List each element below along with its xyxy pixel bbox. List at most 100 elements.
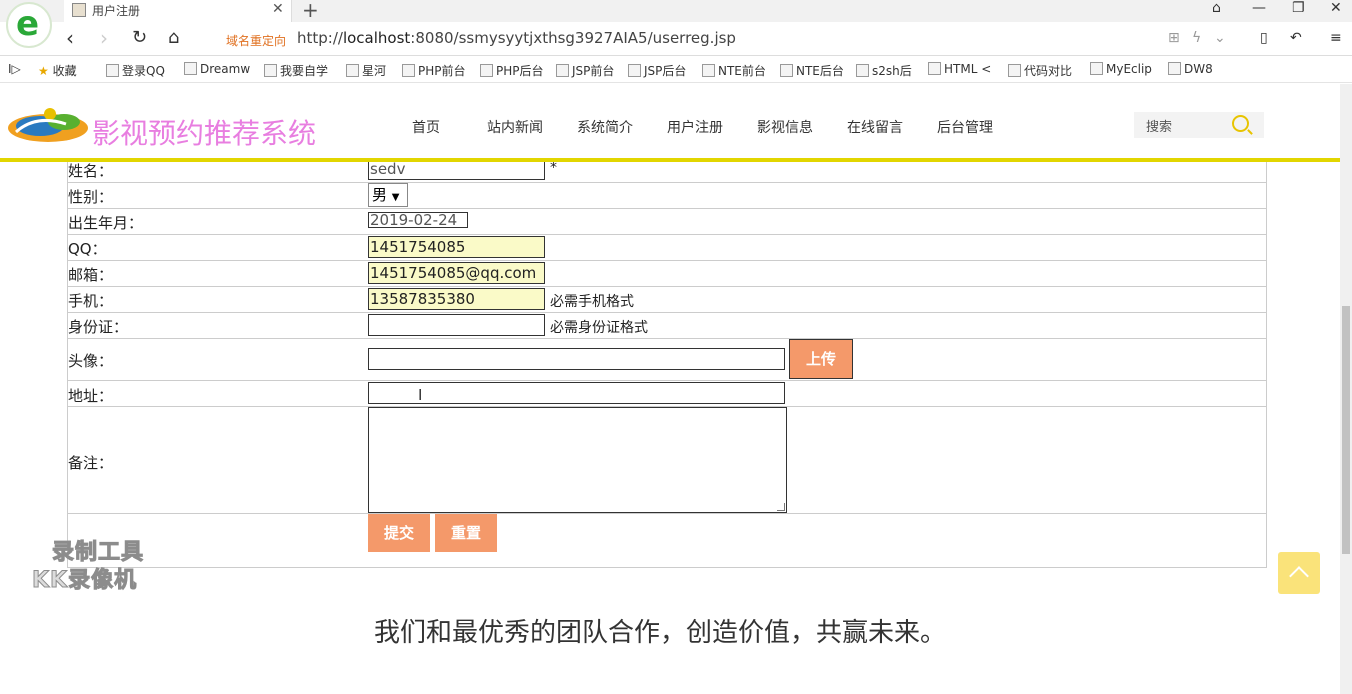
bookmark-item[interactable]: DW8 — [1168, 62, 1213, 76]
note-label: 备注： — [68, 454, 114, 472]
reset-button[interactable]: 重置 — [435, 514, 497, 552]
phone-input[interactable]: 13587835380 — [368, 288, 545, 310]
birth-input[interactable]: 2019-02-24 — [368, 212, 468, 228]
bookmark-label: 星河 — [362, 64, 387, 78]
bookmark-label: JSP后台 — [644, 64, 687, 78]
chevron-down-icon[interactable]: ⌄ — [1214, 30, 1226, 46]
bookmark-item[interactable]: 我要自学 — [264, 62, 328, 79]
site-header: 影视预约推荐系统 首页 站内新闻 系统简介 用户注册 影视信息 在线留言 后台管… — [0, 84, 1340, 162]
reload-icon[interactable]: ↻ — [132, 27, 147, 48]
bookmark-item[interactable]: 星河 — [346, 62, 386, 79]
nav-intro[interactable]: 系统简介 — [577, 117, 633, 137]
bookmark-item[interactable]: HTML < — [928, 62, 991, 76]
bookmark-label: 代码对比 — [1024, 64, 1073, 78]
form-row-email: 邮箱： 1451754085@qq.com — [68, 260, 1266, 286]
bookmark-icon — [1008, 64, 1021, 77]
skin-icon[interactable]: ⌂ — [1212, 0, 1221, 16]
bookmark-icon — [184, 62, 197, 75]
site-title: 影视预约推荐系统 — [92, 117, 317, 150]
back-to-top-button[interactable] — [1278, 552, 1320, 594]
nav-news[interactable]: 站内新闻 — [487, 117, 543, 137]
bookmark-icon — [480, 64, 493, 77]
reader-icon[interactable]: ▯ — [1260, 30, 1268, 46]
phone-label: 手机： — [68, 292, 114, 310]
bookmark-icon — [628, 64, 641, 77]
menu-icon[interactable]: ≡ — [1330, 30, 1342, 46]
register-form: 姓名： sedv * 性别： 男 ▼ 出生年月： 2019-02-24 QQ： … — [67, 133, 1267, 568]
idcard-hint: 必需身份证格式 — [550, 320, 648, 336]
search-placeholder: 搜索 — [1146, 120, 1173, 135]
restore-icon[interactable]: ❐ — [1292, 0, 1305, 16]
idcard-input[interactable] — [368, 314, 545, 336]
url-field[interactable]: http://localhost:8080/ssmysyytjxthsg3927… — [297, 29, 736, 47]
form-row-actions: 提交 重置 — [68, 513, 1266, 553]
scrollbar-thumb[interactable] — [1342, 306, 1350, 554]
bookmark-favorites[interactable]: ★ 收藏 — [38, 62, 77, 79]
url-path: :8080/ssmysyytjxthsg3927AIA5/userreg.jsp — [410, 29, 736, 47]
upload-button[interactable]: 上传 — [789, 339, 853, 379]
bookmark-item[interactable]: s2sh后 — [856, 62, 912, 79]
minimize-icon[interactable]: — — [1252, 0, 1266, 16]
qq-input[interactable]: 1451754085 — [368, 236, 545, 258]
form-row-address: 地址： — [68, 380, 1266, 406]
avatar-input[interactable] — [368, 348, 785, 370]
bookmark-label: NTE后台 — [796, 64, 844, 78]
search-box[interactable]: 搜索 — [1134, 112, 1264, 138]
bookmark-label: JSP前台 — [572, 64, 615, 78]
bookmark-label: 我要自学 — [280, 64, 329, 78]
redirect-tag: 域名重定向 — [226, 34, 287, 48]
address-input[interactable] — [368, 382, 785, 404]
birth-label: 出生年月： — [68, 214, 144, 232]
nav-movies[interactable]: 影视信息 — [757, 117, 813, 137]
bookmark-label: NTE前台 — [718, 64, 766, 78]
nav-home[interactable]: 首页 — [412, 117, 440, 137]
gender-select[interactable]: 男 ▼ — [368, 183, 408, 207]
gender-value: 男 — [372, 186, 388, 204]
form-row-qq: QQ： 1451754085 — [68, 234, 1266, 260]
grid-icon[interactable]: ⊞ — [1168, 30, 1180, 46]
form-row-idcard: 身份证： 必需身份证格式 — [68, 312, 1266, 338]
address-bar: ‹ › ↻ ⌂ 域名重定向 http://localhost:8080/ssmy… — [0, 22, 1352, 56]
page-scrollbar[interactable] — [1340, 84, 1352, 694]
bookmark-item[interactable]: JSP后台 — [628, 62, 686, 79]
nav-admin[interactable]: 后台管理 — [937, 117, 993, 137]
bookmark-icon — [702, 64, 715, 77]
bookmark-label: Dreamw — [200, 62, 251, 76]
nav-register[interactable]: 用户注册 — [667, 117, 723, 137]
tab-close-icon[interactable]: ✕ — [272, 1, 284, 17]
back-icon[interactable]: ‹ — [66, 26, 74, 50]
bookmark-item[interactable]: PHP后台 — [480, 62, 544, 79]
note-textarea[interactable] — [368, 407, 787, 513]
new-tab-icon[interactable]: + — [302, 0, 319, 22]
form-row-gender: 性别： 男 ▼ — [68, 182, 1266, 208]
bookmark-item[interactable]: NTE前台 — [702, 62, 766, 79]
undo-icon[interactable]: ↶ — [1290, 30, 1302, 46]
bookmark-item[interactable]: PHP前台 — [402, 62, 466, 79]
submit-button[interactable]: 提交 — [368, 514, 430, 552]
bookmarks-toggle-icon[interactable]: Ⅰ▷ — [8, 62, 21, 76]
text-cursor-icon: Ι — [418, 386, 423, 404]
bookmark-item[interactable]: Dreamw — [184, 62, 250, 76]
search-icon[interactable] — [1232, 115, 1249, 132]
browser-tab[interactable]: 用户注册 ✕ — [64, 0, 292, 22]
nav-message[interactable]: 在线留言 — [847, 117, 903, 137]
lightning-icon[interactable]: ϟ — [1192, 30, 1201, 46]
bookmark-item[interactable]: 代码对比 — [1008, 62, 1072, 79]
forward-icon[interactable]: › — [100, 26, 108, 50]
bookmark-item[interactable]: NTE后台 — [780, 62, 844, 79]
footer-slogan: 我们和最优秀的团队合作，创造价值，共赢未来。 — [373, 618, 946, 648]
bookmark-label: 收藏 — [52, 64, 77, 78]
bookmark-item[interactable]: JSP前台 — [556, 62, 614, 79]
bookmark-label: PHP前台 — [418, 64, 466, 78]
resize-grip-icon[interactable] — [777, 503, 785, 511]
bookmark-item[interactable]: MyEclip — [1090, 62, 1152, 76]
tab-favicon-icon — [72, 3, 86, 17]
bookmark-label: s2sh后 — [872, 64, 912, 78]
email-input[interactable]: 1451754085@qq.com — [368, 262, 545, 284]
home-icon[interactable]: ⌂ — [168, 27, 179, 48]
form-row-birth: 出生年月： 2019-02-24 — [68, 208, 1266, 234]
required-mark: * — [550, 160, 557, 176]
window-close-icon[interactable]: ✕ — [1330, 0, 1342, 16]
bookmark-item[interactable]: 登录QQ — [106, 62, 165, 79]
browser-tabbar: 用户注册 ✕ + ⌂ — ❐ ✕ — [0, 0, 1352, 22]
